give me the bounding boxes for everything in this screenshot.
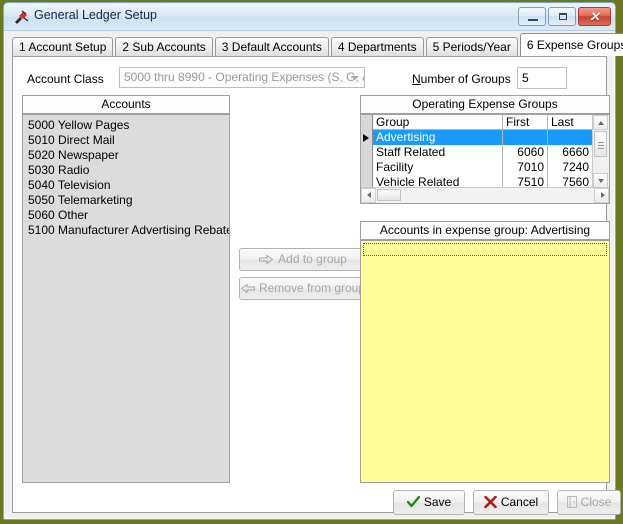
add-to-group-label: Add to group <box>278 252 347 266</box>
number-of-groups-label: Number of Groups <box>412 72 511 86</box>
close-button-footer[interactable]: Close <box>557 490 621 515</box>
cell-last <box>548 130 592 145</box>
close-button[interactable]: ✕ <box>578 7 611 26</box>
accounts-listbox[interactable]: 5000 Yellow Pages 5010 Direct Mail 5020 … <box>22 114 230 483</box>
minimize-icon <box>528 19 538 21</box>
scroll-right-button[interactable] <box>594 188 609 203</box>
arrow-right-icon <box>259 255 274 264</box>
caption-buttons: ✕ <box>518 7 611 26</box>
grip-line <box>598 145 604 146</box>
x-icon <box>484 496 497 508</box>
grid-horizontal-scrollbar[interactable] <box>361 187 609 203</box>
close-label: Close <box>580 495 612 509</box>
check-icon <box>406 496 420 508</box>
scroll-up-button[interactable] <box>593 115 608 130</box>
column-header-last[interactable]: Last <box>548 115 592 130</box>
tab-sub-accounts[interactable]: 2 Sub Accounts <box>115 37 213 56</box>
list-item[interactable]: 5050 Telemarketing <box>23 193 229 208</box>
window-title: General Ledger Setup <box>34 8 158 22</box>
title-bar: General Ledger Setup ✕ <box>4 3 615 31</box>
tab-expense-groups[interactable]: 6 Expense Groups <box>519 33 623 56</box>
tab-default-accounts[interactable]: 3 Default Accounts <box>214 37 329 56</box>
cancel-button[interactable]: Cancel <box>473 490 549 515</box>
grid-rows: Group First Last Advertising Staff Relat… <box>373 115 593 190</box>
grid-hscroll-thumb[interactable] <box>377 189 401 201</box>
chevron-up-icon <box>598 121 604 125</box>
groups-header: Operating Expense Groups <box>360 95 610 114</box>
group-accounts-header: Accounts in expense group: Advertising <box>360 221 610 240</box>
grid-vertical-scrollbar[interactable] <box>592 115 609 188</box>
accelerator-letter: N <box>412 72 421 86</box>
door-icon <box>566 496 577 508</box>
grip-line <box>598 148 604 149</box>
add-to-group-button[interactable]: Add to group <box>239 248 367 271</box>
remove-from-group-button[interactable]: Remove from group <box>239 277 367 300</box>
save-button[interactable]: Save <box>393 490 465 515</box>
tab-departments[interactable]: 4 Departments <box>330 37 424 56</box>
remove-from-group-label: Remove from group <box>258 281 366 295</box>
cancel-label: Cancel <box>500 495 539 509</box>
maximize-icon <box>559 13 567 20</box>
list-item[interactable]: 5040 Television <box>23 178 229 193</box>
close-icon: ✕ <box>589 9 600 24</box>
number-of-groups-input[interactable]: 5 <box>517 67 567 89</box>
grid-header-row: Group First Last <box>373 115 593 130</box>
chevron-right-icon <box>601 192 605 198</box>
maximize-button[interactable] <box>548 7 576 26</box>
grip-line <box>598 142 604 143</box>
table-row[interactable]: Facility 7010 7240 <box>373 160 593 175</box>
chevron-down-icon <box>351 76 359 80</box>
table-row[interactable]: Staff Related 6060 6660 <box>373 145 593 160</box>
table-row[interactable]: Advertising <box>373 130 593 145</box>
list-item[interactable]: 5020 Newspaper <box>23 148 229 163</box>
scroll-down-button[interactable] <box>593 173 608 188</box>
cell-last: 6660 <box>562 145 589 159</box>
tab-page-expense-groups: Account Class 5000 thru 8990 - Operating… <box>12 56 621 515</box>
app-icon <box>13 9 29 25</box>
list-item[interactable]: 5030 Radio <box>23 163 229 178</box>
arrow-left-icon <box>240 284 255 293</box>
cell-last: 7240 <box>562 160 589 174</box>
number-of-groups-label-rest: umber of Groups <box>420 72 511 86</box>
cell-first: 6060 <box>503 145 548 160</box>
column-header-first[interactable]: First <box>503 115 548 130</box>
cell-group: Advertising <box>373 130 503 145</box>
current-row-indicator-icon <box>363 134 369 142</box>
list-item[interactable]: 5100 Manufacturer Advertising Rebates <box>23 223 229 238</box>
expense-groups-grid[interactable]: Group First Last Advertising Staff Relat… <box>360 114 610 204</box>
group-accounts-listbox[interactable] <box>360 240 610 483</box>
cell-first: 7010 <box>503 160 548 175</box>
list-item[interactable]: 5060 Other <box>23 208 229 223</box>
window-frame: General Ledger Setup ✕ 1 Account Setup 2… <box>3 2 623 520</box>
tab-account-setup[interactable]: 1 Account Setup <box>12 37 114 56</box>
list-item[interactable]: 5010 Direct Mail <box>23 133 229 148</box>
cell-first <box>503 130 548 145</box>
list-item[interactable]: 5000 Yellow Pages <box>23 118 229 133</box>
column-header-group[interactable]: Group <box>373 115 503 130</box>
focus-row-indicator <box>363 243 607 256</box>
chevron-down-icon <box>598 179 604 183</box>
cell-group: Staff Related <box>373 145 503 160</box>
cell-group: Facility <box>373 160 503 175</box>
minimize-button[interactable] <box>518 7 546 26</box>
save-label: Save <box>423 495 452 509</box>
account-class-select[interactable]: 5000 thru 8990 - Operating Expenses (S, … <box>119 67 365 88</box>
chevron-left-icon <box>367 192 371 198</box>
tab-periods-year[interactable]: 5 Periods/Year <box>425 37 518 56</box>
accounts-header: Accounts <box>22 95 230 114</box>
grid-scroll-thumb[interactable] <box>594 131 607 157</box>
scroll-left-button[interactable] <box>361 188 376 203</box>
account-class-value: 5000 thru 8990 - Operating Expenses (S, … <box>124 70 365 84</box>
tab-strip: 1 Account Setup 2 Sub Accounts 3 Default… <box>12 33 623 56</box>
account-class-label: Account Class <box>27 72 104 86</box>
